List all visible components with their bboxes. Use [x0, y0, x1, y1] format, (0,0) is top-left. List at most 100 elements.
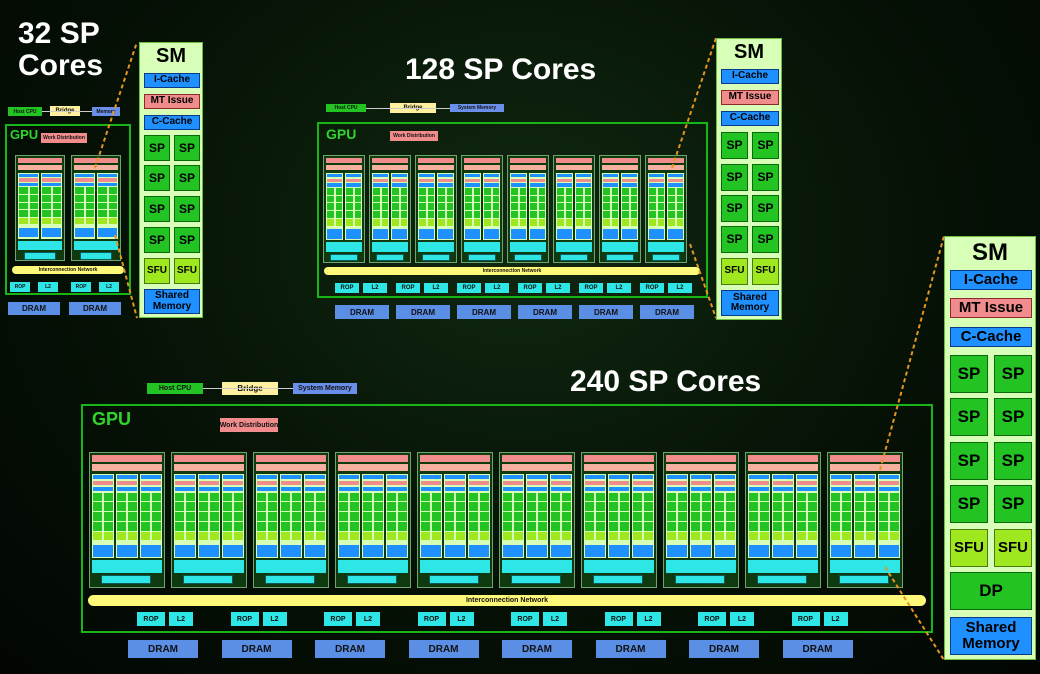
ccache-cell: [551, 486, 571, 492]
sp-cell: [630, 211, 637, 218]
sp-cell: [585, 512, 594, 521]
dram-box: DRAM: [579, 305, 633, 319]
icache-cell: [445, 475, 465, 480]
sp-cell: [175, 521, 184, 531]
sp-cell: [622, 195, 629, 203]
mt-issue-cell: [530, 178, 545, 183]
sp-cell: [622, 203, 629, 211]
sfu-cell: [363, 531, 372, 541]
sm-block: [878, 474, 900, 559]
sp-cell: [186, 492, 195, 502]
tpc-cluster: [71, 155, 121, 261]
sp-cell: [85, 194, 94, 202]
sfu-cell: [469, 531, 478, 541]
mt-issue-cell: [557, 178, 572, 183]
mt-issue-cell: [117, 480, 137, 486]
sp-cell: [530, 203, 537, 211]
tpc-cluster: [415, 155, 457, 263]
sp-cell: [596, 492, 605, 502]
sp-core: SP: [950, 398, 988, 436]
ccache-cell: [257, 486, 277, 492]
sp-cell: [316, 512, 325, 521]
tex-l1: [101, 574, 151, 585]
ccache-cell: [305, 486, 325, 492]
sp-cell: [75, 210, 84, 217]
icache-cell: [855, 475, 875, 480]
icache-cell: [609, 475, 629, 480]
sp-cell: [620, 512, 629, 521]
icache-cell: [75, 173, 94, 178]
sm-block: [529, 173, 546, 241]
sp-cell: [354, 187, 361, 195]
mt-issue-cell: [223, 480, 243, 486]
sp-cell: [327, 187, 334, 195]
shared-memory-cell: [199, 544, 219, 557]
sp-cell: [473, 203, 480, 211]
sfu-unit: SFU: [994, 529, 1032, 567]
sp-cell: [234, 502, 243, 512]
mt-issue-cell: [465, 178, 480, 183]
sm-block: [372, 173, 389, 241]
tpc-cluster: [15, 155, 65, 261]
ccache-cell: [346, 183, 361, 187]
sm-block: [256, 474, 278, 559]
sfu-cell: [596, 531, 605, 541]
sfu-cell: [657, 218, 664, 226]
shared-memory-cell: [609, 544, 629, 557]
sp-cell: [210, 502, 219, 512]
tpc-cluster: [645, 155, 687, 263]
sp-cell: [363, 521, 372, 531]
sm-block: [116, 474, 138, 559]
tpc-cluster: [581, 452, 657, 588]
icache-box: I-Cache: [721, 69, 779, 84]
texture-unit: [18, 240, 62, 251]
mt-issue-cell: [346, 178, 361, 183]
shared-memory-cell: [576, 229, 591, 239]
sfu-cell: [715, 531, 724, 541]
mt-issue-cell: [503, 480, 523, 486]
tpc-cluster: [599, 155, 641, 263]
l2-box: L2: [169, 612, 193, 626]
sfu-cell: [387, 531, 396, 541]
shared-memory-cell: [257, 544, 277, 557]
sp-cell: [438, 203, 445, 211]
sp-cell: [797, 521, 806, 531]
sp-cell: [630, 187, 637, 195]
sp-cell: [585, 492, 594, 502]
ccache-cell: [609, 486, 629, 492]
sm-block: [326, 173, 343, 241]
sp-cell: [551, 502, 560, 512]
icache-cell: [576, 174, 591, 178]
sp-cell: [29, 202, 38, 210]
sp-cell: [104, 521, 113, 531]
sp-cell: [465, 195, 472, 203]
mt-issue-cell: [387, 480, 407, 486]
mt-issue-cell: [469, 480, 489, 486]
sp-cell: [93, 512, 102, 521]
sp-cell: [175, 492, 184, 502]
sm-block: [483, 173, 500, 241]
work-distribution-box: Work Distribution: [220, 418, 278, 432]
mt-issue-cell: [19, 178, 38, 182]
ccache-cell: [223, 486, 243, 492]
memory-partition: ROP L2 DRAM: [689, 612, 762, 660]
icache-cell: [363, 475, 383, 480]
sp-cell: [108, 210, 117, 217]
sp-cell: [387, 521, 396, 531]
sp-cell: [427, 203, 434, 211]
sp-cell: [514, 492, 523, 502]
shared-memory-line2: Memory: [962, 635, 1020, 652]
sfu-cell: [530, 218, 537, 226]
sp-cell: [432, 512, 441, 521]
sp-cell: [551, 492, 560, 502]
sp-cell: [503, 521, 512, 531]
shared-memory-cell: [622, 229, 637, 239]
sp-cell: [760, 502, 769, 512]
icache-cell: [527, 475, 547, 480]
sm-block: [666, 474, 688, 559]
ccache-cell: [530, 183, 545, 187]
geometry-controller-bar: [666, 455, 736, 462]
sfu-cell: [609, 531, 618, 541]
tpc-cluster: [253, 452, 329, 588]
l2-box: L2: [485, 283, 509, 293]
